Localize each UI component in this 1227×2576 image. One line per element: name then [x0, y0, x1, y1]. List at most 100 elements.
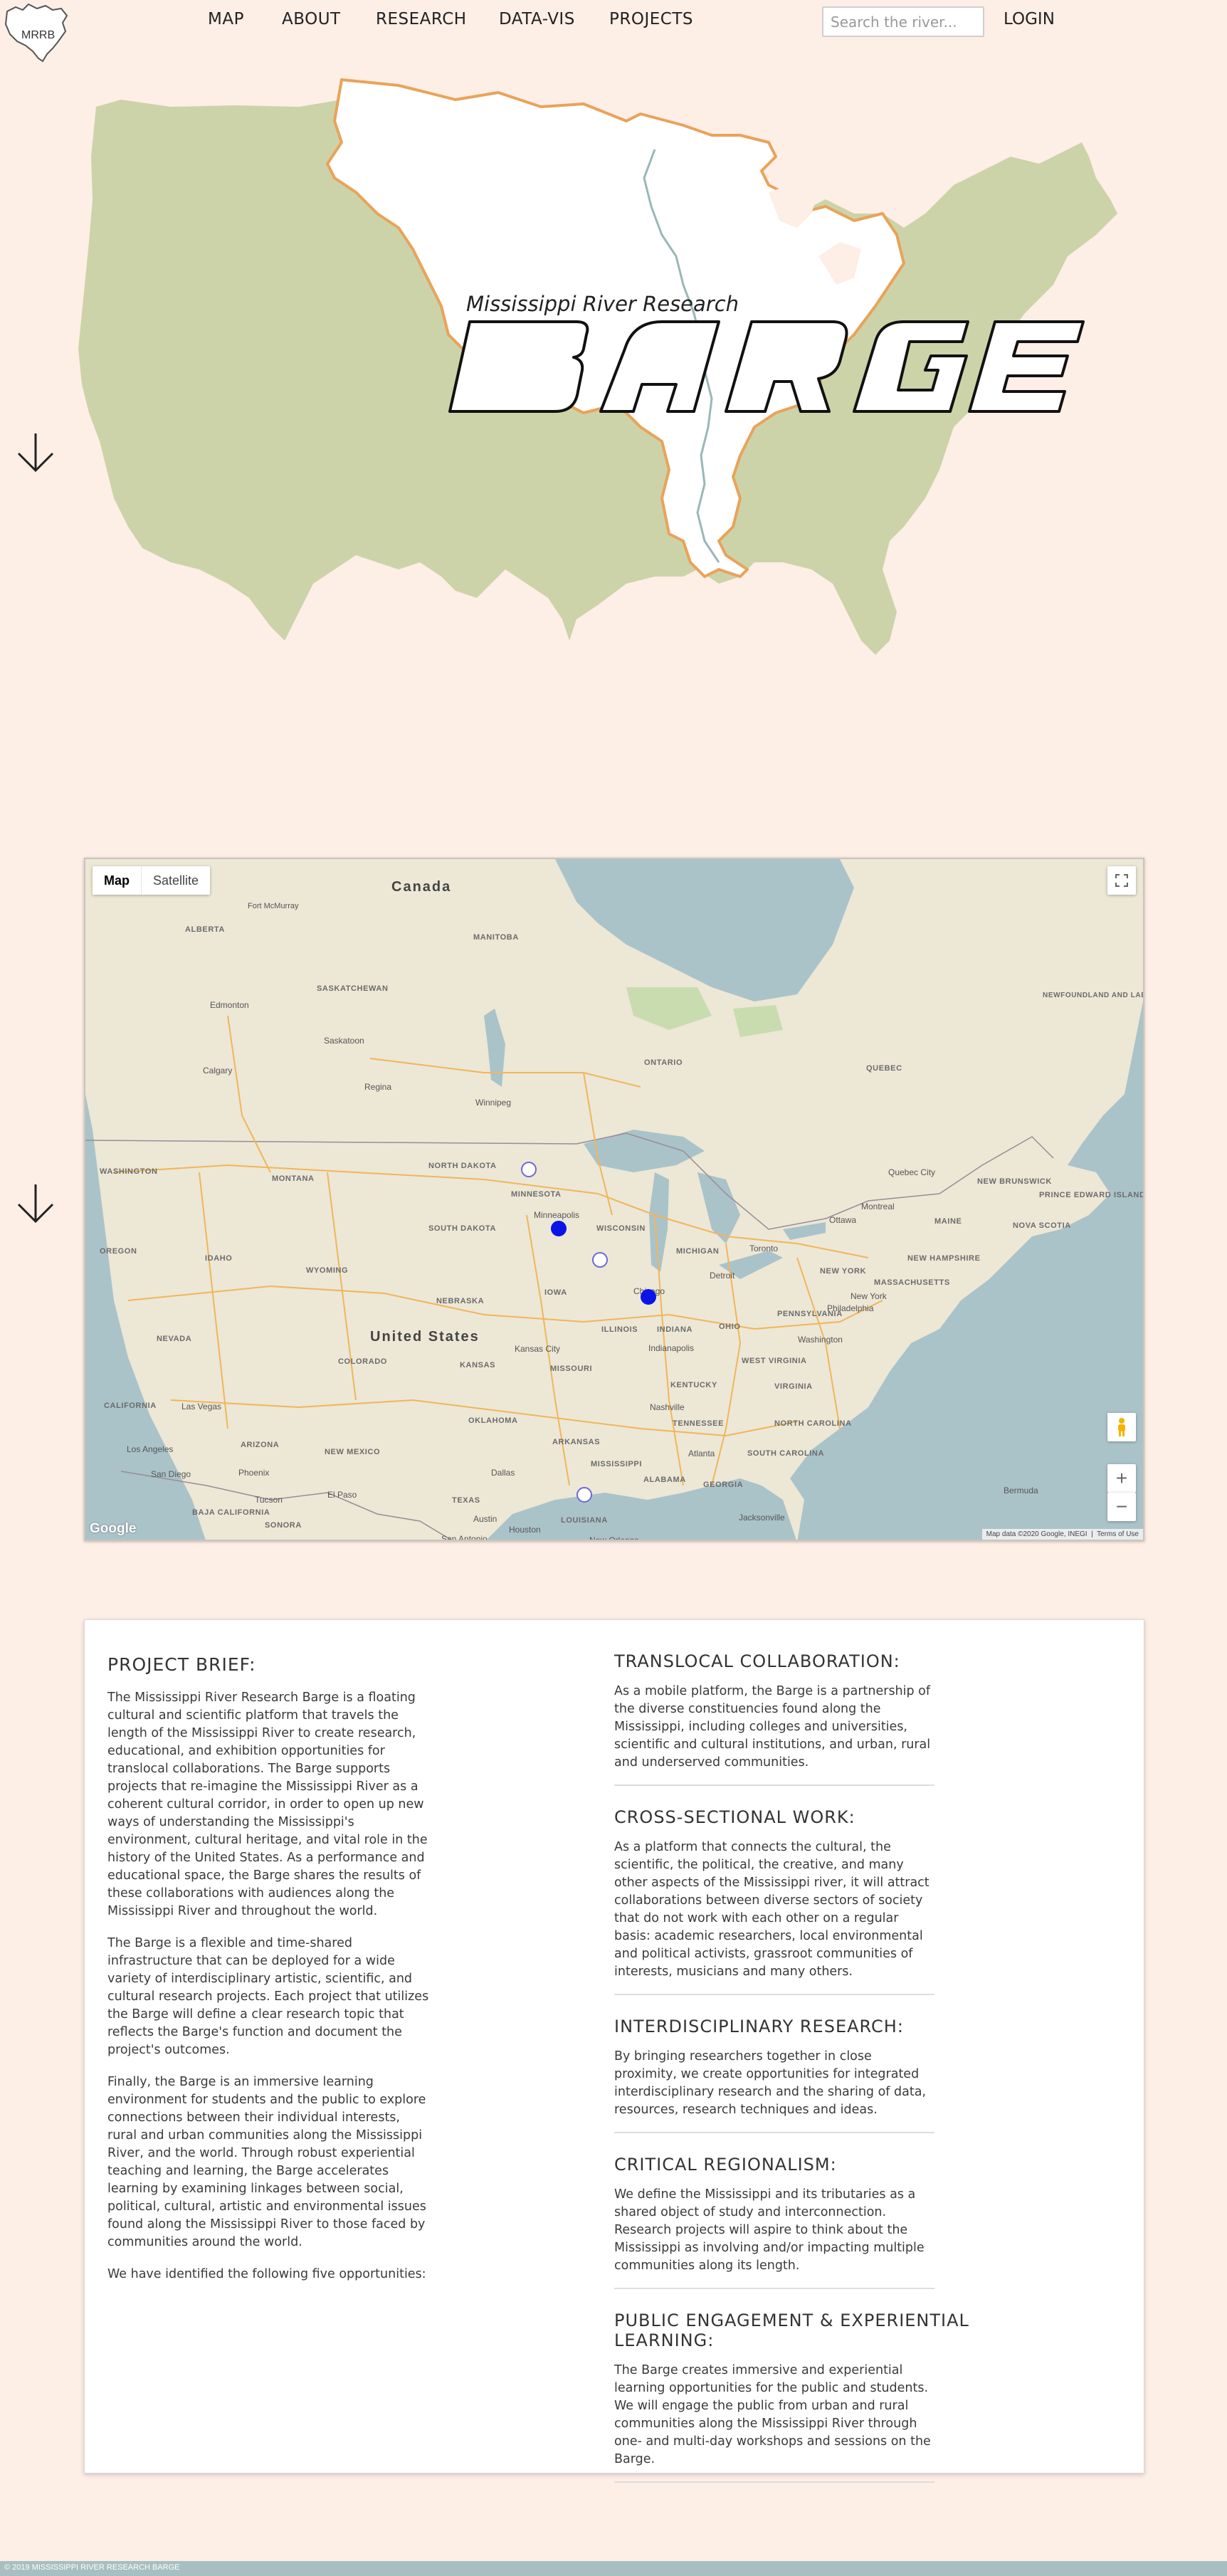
- map-label-city: Jacksonville: [739, 1513, 785, 1523]
- map-label-city: Montreal: [861, 1202, 895, 1211]
- opportunity-section: TRANSLOCAL COLLABORATION: As a mobile pl…: [614, 1651, 934, 1786]
- zoom-out-button[interactable]: −: [1107, 1493, 1136, 1521]
- project-brief-column: PROJECT BRIEF: The Mississippi River Res…: [107, 1654, 429, 2298]
- map-label-state: WEST VIRGINIA: [742, 1357, 807, 1365]
- opportunity-section: INTERDISCIPLINARY RESEARCH: By bringing …: [614, 2017, 934, 2133]
- map-label-city: San Diego: [151, 1469, 191, 1479]
- scroll-down-arrow-icon[interactable]: [14, 1182, 57, 1226]
- map-label-state: ALBERTA: [185, 925, 225, 934]
- map-label-state: NOVA SCOTIA: [1013, 1221, 1071, 1230]
- map-type-toggle: Map Satellite: [93, 866, 211, 895]
- google-map[interactable]: Map Satellite + − Canada United States A…: [84, 858, 1144, 1541]
- map-label-state: NEW HAMPSHIRE: [907, 1254, 981, 1263]
- map-label-city: Phoenix: [238, 1468, 270, 1478]
- map-label-state: INDIANA: [657, 1325, 693, 1334]
- brief-paragraph: The Mississippi River Research Barge is …: [107, 1691, 428, 1918]
- map-label-city: Ottawa: [829, 1215, 857, 1225]
- map-label-state: OHIO: [719, 1323, 741, 1331]
- map-label-city: Fort McMurray: [248, 902, 299, 910]
- map-label-state: WASHINGTON: [100, 1167, 158, 1176]
- map-label-state: MAINE: [934, 1217, 962, 1226]
- map-label-state: NORTH CAROLINA: [774, 1419, 852, 1428]
- map-label-city: Detroit: [710, 1271, 735, 1281]
- map-label-state: COLORADO: [338, 1357, 387, 1366]
- map-label-state: LOUISIANA: [561, 1516, 608, 1525]
- map-label-state: OREGON: [100, 1247, 137, 1256]
- map-label-city: New Orleans: [589, 1535, 639, 1541]
- brief-paragraph: We have identified the following five op…: [107, 2267, 426, 2281]
- hero-subtitle: Mississippi River Research: [466, 292, 739, 316]
- project-marker[interactable]: [551, 1221, 567, 1236]
- map-label-state: NEW MEXICO: [325, 1448, 381, 1456]
- map-label-state: MASSACHUSETTS: [874, 1278, 950, 1287]
- footer-copyright: © 2019 MISSISSIPPI RIVER RESEARCH BARGE: [4, 2563, 180, 2572]
- map-label-city: Atlanta: [688, 1449, 715, 1458]
- map-type-satellite[interactable]: Satellite: [141, 866, 210, 895]
- map-label-city: Philadelphia: [827, 1303, 874, 1313]
- map-label-city: Winnipeg: [475, 1098, 512, 1108]
- map-label-country: Canada: [391, 879, 452, 895]
- project-brief-title: PROJECT BRIEF:: [107, 1654, 256, 1675]
- map-label-city: Houston: [509, 1525, 541, 1535]
- fullscreen-icon[interactable]: [1107, 866, 1136, 895]
- scroll-down-arrow-icon[interactable]: [14, 431, 57, 475]
- project-marker[interactable]: [521, 1162, 537, 1177]
- pegman-icon[interactable]: [1107, 1413, 1136, 1441]
- map-label-state: GEORGIA: [703, 1481, 744, 1489]
- footer: © 2019 MISSISSIPPI RIVER RESEARCH BARGE: [0, 2561, 1227, 2576]
- map-label-state: IOWA: [544, 1288, 567, 1297]
- map-label-state: BAJA CALIFORNIA: [192, 1508, 270, 1517]
- map-label-state: MONTANA: [272, 1174, 315, 1183]
- opportunity-text: By bringing researchers together in clos…: [614, 2049, 927, 2117]
- map-label-state: NEBRASKA: [436, 1297, 485, 1305]
- map-attribution: Map data ©2020 Google, INEGI | Terms of …: [981, 1529, 1143, 1540]
- zoom-in-button[interactable]: +: [1107, 1464, 1136, 1493]
- map-label-state: VIRGINIA: [774, 1382, 813, 1391]
- map-label-state: MISSISSIPPI: [591, 1460, 643, 1468]
- us-basin-map: [78, 78, 1117, 655]
- map-label-state: IDAHO: [205, 1254, 233, 1263]
- map-label-state: ILLINOIS: [601, 1325, 638, 1334]
- map-label-state: MANITOBA: [473, 933, 519, 942]
- project-brief-card: PROJECT BRIEF: The Mississippi River Res…: [84, 1619, 1144, 2483]
- map-label-state: NEWFOUNDLAND AND LABRADOR: [1043, 992, 1143, 999]
- opportunity-text: We define the Mississippi and its tribut…: [614, 2187, 925, 2273]
- map-label-state: ONTARIO: [644, 1058, 683, 1067]
- map-label-city: New York: [851, 1291, 887, 1301]
- map-label-city: Dallas: [491, 1468, 515, 1478]
- opportunity-title: INTERDISCIPLINARY RESEARCH:: [614, 2017, 904, 2036]
- opportunity-text: As a mobile platform, the Barge is a par…: [614, 1684, 931, 1770]
- map-label-state: MINNESOTA: [511, 1190, 562, 1199]
- map-label-state: PRINCE EDWARD ISLAND: [1039, 1191, 1144, 1199]
- map-label-state: NEVADA: [157, 1335, 192, 1343]
- project-marker[interactable]: [641, 1289, 656, 1305]
- terms-of-use-link[interactable]: Terms of Use: [1097, 1530, 1139, 1538]
- map-label-state: ALABAMA: [643, 1476, 686, 1484]
- project-marker[interactable]: [576, 1487, 592, 1503]
- map-label-state: TENNESSEE: [673, 1419, 725, 1428]
- map-label-state: SASKATCHEWAN: [317, 984, 389, 993]
- map-label-city: Toronto: [749, 1244, 779, 1253]
- map-label-state: MISSOURI: [550, 1365, 593, 1373]
- map-label-state: CALIFORNIA: [104, 1402, 157, 1410]
- opportunities-column: TRANSLOCAL COLLABORATION: As a mobile pl…: [614, 1651, 1018, 2504]
- map-label-city: Los Angeles: [127, 1444, 174, 1454]
- opportunity-section: PUBLIC ENGAGEMENT & EXPERIENTIAL LEARNIN…: [614, 2310, 969, 2483]
- map-label-country: United States: [370, 1329, 480, 1345]
- project-marker[interactable]: [592, 1252, 608, 1268]
- map-label-city: Washington: [798, 1335, 843, 1345]
- map-type-map[interactable]: Map: [93, 866, 141, 895]
- map-label-city: Calgary: [203, 1066, 233, 1076]
- map-label-state: NORTH DAKOTA: [428, 1162, 497, 1170]
- map-label-state: TEXAS: [452, 1496, 480, 1505]
- map-label-state: ARIZONA: [241, 1441, 280, 1449]
- map-label-city: Minneapolis: [534, 1210, 580, 1220]
- brief-paragraph: The Barge is a flexible and time-shared …: [107, 1936, 429, 2057]
- opportunity-title: CRITICAL REGIONALISM:: [614, 2155, 837, 2175]
- map-label-state: QUEBEC: [866, 1064, 902, 1073]
- map-label-city: Regina: [364, 1082, 392, 1092]
- map-label-state: SOUTH DAKOTA: [428, 1224, 496, 1233]
- opportunity-section: CRITICAL REGIONALISM: We define the Miss…: [614, 2155, 934, 2289]
- map-label-city: San Antonio: [441, 1534, 488, 1541]
- opportunity-text: The Barge creates immersive and experien…: [614, 2363, 931, 2466]
